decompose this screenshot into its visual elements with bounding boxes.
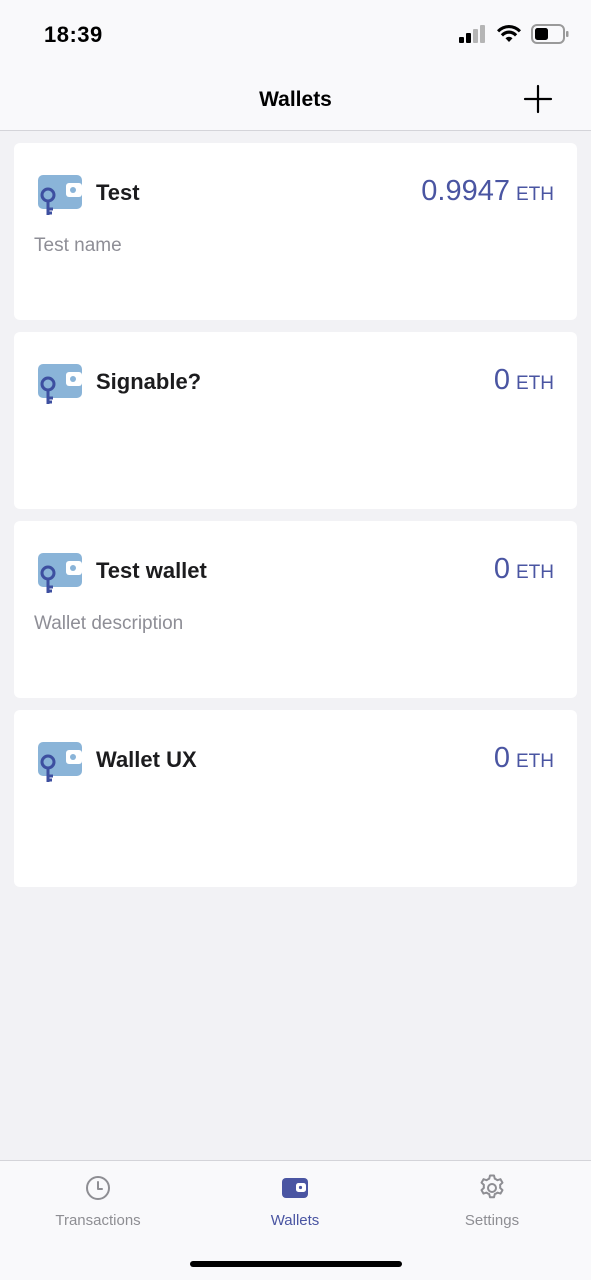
balance-unit: ETH: [516, 373, 554, 394]
balance-unit: ETH: [516, 751, 554, 772]
wallet-key-icon: [38, 175, 82, 215]
balance-value: 0.9947: [421, 175, 510, 207]
tab-label: Transactions: [55, 1212, 141, 1229]
wallet-card[interactable]: Test wallet 0 ETH Wallet description: [14, 521, 577, 698]
balance-value: 0: [493, 364, 510, 396]
page-title: Wallets: [259, 88, 332, 111]
tab-transactions[interactable]: Transactions: [18, 1173, 178, 1243]
cellular-signal-icon: [459, 25, 485, 43]
wallet-balance: 0.9947 ETH: [421, 175, 554, 208]
balance-unit: ETH: [516, 562, 554, 583]
battery-icon: [531, 24, 569, 44]
wallet-name: Test: [96, 180, 140, 205]
wallet-key-icon: [38, 364, 82, 404]
wallet-icon: [282, 1178, 308, 1198]
wallet-list: Test 0.9947 ETH Test name Signable? 0 ET…: [14, 143, 577, 899]
tab-settings[interactable]: Settings: [412, 1173, 572, 1243]
home-indicator: [190, 1261, 402, 1267]
wallet-name: Test wallet: [96, 558, 207, 583]
balance-value: 0: [493, 742, 510, 774]
clock-icon: [86, 1176, 110, 1200]
tab-label: Settings: [464, 1212, 520, 1229]
wifi-icon: [497, 25, 521, 42]
wallet-description: Wallet description: [34, 613, 184, 634]
status-icons: [459, 24, 569, 44]
wallet-card[interactable]: Test 0.9947 ETH Test name: [14, 143, 577, 320]
tab-wallets[interactable]: Wallets: [215, 1173, 375, 1243]
balance-unit: ETH: [516, 184, 554, 205]
wallet-description: Test name: [34, 235, 122, 256]
balance-value: 0: [493, 553, 510, 585]
nav-bar: Wallets: [0, 68, 591, 131]
status-time: 18:39: [44, 22, 103, 47]
wallet-key-icon: [38, 553, 82, 593]
wallet-balance: 0 ETH: [494, 364, 554, 397]
plus-icon: [523, 84, 553, 114]
wallet-card[interactable]: Wallet UX 0 ETH: [14, 710, 577, 887]
status-bar: 18:39: [0, 0, 591, 68]
add-wallet-button[interactable]: [523, 84, 553, 114]
gear-icon: [480, 1174, 504, 1199]
wallet-balance: 0 ETH: [494, 553, 554, 586]
wallet-name: Wallet UX: [96, 747, 197, 772]
wallet-card[interactable]: Signable? 0 ETH: [14, 332, 577, 509]
tab-label: Wallets: [270, 1212, 320, 1229]
wallet-key-icon: [38, 742, 82, 782]
wallet-balance: 0 ETH: [494, 742, 554, 775]
wallet-name: Signable?: [96, 369, 202, 394]
